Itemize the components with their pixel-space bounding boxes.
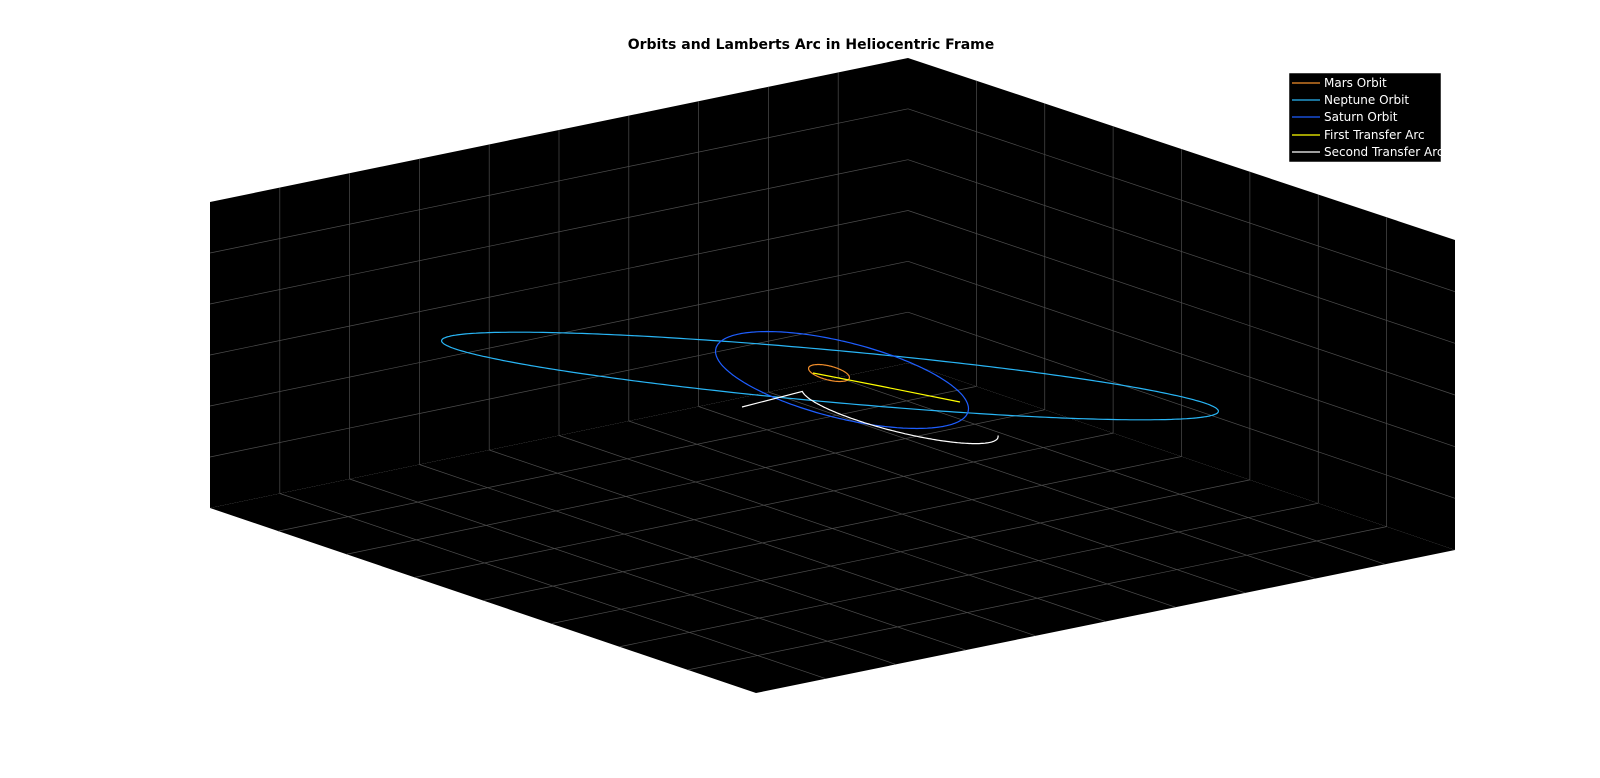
legend-label: Saturn Orbit xyxy=(1324,110,1398,124)
legend-label: Second Transfer Arc xyxy=(1324,145,1444,159)
legend-label: Mars Orbit xyxy=(1324,76,1387,90)
chart-title: Orbits and Lamberts Arc in Heliocentric … xyxy=(628,37,995,53)
legend-label: Neptune Orbit xyxy=(1324,93,1409,107)
legend: Mars Orbit Neptune Orbit Saturn Orbit Fi… xyxy=(1288,72,1444,163)
axes-box xyxy=(210,58,1455,693)
legend-label: First Transfer Arc xyxy=(1324,128,1425,142)
chart-figure: Orbits and Lamberts Arc in Heliocentric … xyxy=(209,37,1456,693)
